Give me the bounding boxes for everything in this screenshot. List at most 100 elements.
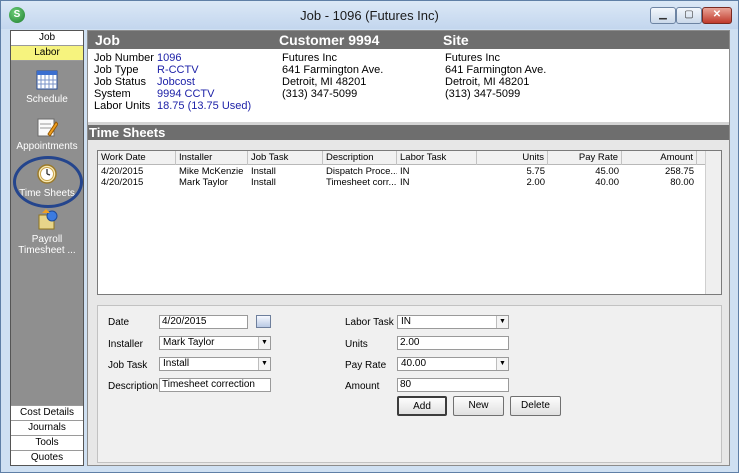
sidebar-tab-job[interactable]: Job [11, 31, 83, 46]
job-type-value: R-CCTV [157, 64, 199, 76]
units-label: Units [345, 339, 368, 350]
cell-work-date: 4/20/2015 [101, 166, 144, 177]
sidebar-tab-cost-details[interactable]: Cost Details [11, 405, 83, 420]
maximize-button[interactable]: ▢ [676, 7, 702, 24]
site-address: 641 Farmington Ave. [445, 64, 547, 76]
time-sheet-edit-form: Date 4/20/2015 Installer Mark Taylor ▼ J… [97, 305, 722, 463]
window-title: Job - 1096 (Futures Inc) [300, 8, 439, 23]
date-input[interactable]: 4/20/2015 [159, 315, 248, 329]
job-task-value: Install [163, 358, 190, 369]
installer-select[interactable]: Mark Taylor ▼ [159, 336, 271, 350]
cell-installer: Mike McKenzie [179, 166, 244, 177]
delete-button[interactable]: Delete [510, 396, 561, 416]
description-label: Description [108, 381, 159, 392]
site-header: Site [443, 32, 469, 48]
new-button[interactable]: New [453, 396, 504, 416]
grid-scrollbar[interactable] [705, 151, 721, 294]
grid-header: Work Date Installer Job Task Description… [98, 151, 721, 165]
pay-rate-select[interactable]: 40.00 ▼ [397, 357, 509, 371]
cell-labor-task: IN [400, 177, 410, 188]
add-button[interactable]: Add [397, 396, 447, 416]
pay-rate-value: 40.00 [401, 358, 427, 369]
title-bar: S Job - 1096 (Futures Inc) ▁ ▢ ✕ [1, 1, 738, 29]
time-sheets-header: Time Sheets [88, 122, 729, 140]
sidebar-item-payroll-timesheet[interactable]: Payroll Timesheet ... [11, 209, 83, 256]
cell-work-date: 4/20/2015 [101, 177, 144, 188]
chevron-down-icon[interactable]: ▼ [258, 337, 270, 349]
cell-amount: 258.75 [664, 166, 694, 177]
col-job-task[interactable]: Job Task [248, 151, 323, 165]
cell-description: Timesheet corr... [326, 177, 397, 188]
payroll-icon [38, 209, 58, 230]
customer-phone: (313) 347-5099 [282, 88, 358, 100]
system-value: 9994 CCTV [157, 88, 215, 100]
labor-units-value: 18.75 (13.75 Used) [157, 100, 252, 112]
job-status-value: Jobcost [157, 76, 195, 88]
chevron-down-icon[interactable]: ▼ [496, 316, 508, 328]
sidebar-item-schedule[interactable]: Schedule [11, 69, 83, 105]
sidebar-tab-tools[interactable]: Tools [11, 435, 83, 450]
labor-task-select[interactable]: IN ▼ [397, 315, 509, 329]
amount-input[interactable]: 80 [397, 378, 509, 392]
time-sheets-area: Work Date Installer Job Task Description… [88, 140, 729, 465]
col-pay-rate[interactable]: Pay Rate [548, 151, 622, 165]
col-units[interactable]: Units [477, 151, 548, 165]
cell-job-task: Install [251, 177, 276, 188]
main-panel: Job Customer 9994 Site Job Number 1096 Jo… [87, 30, 730, 466]
amount-label: Amount [345, 381, 380, 392]
site-info: Futures Inc 641 Farmington Ave. Detroit,… [445, 52, 546, 100]
installer-label: Installer [108, 339, 144, 350]
labor-task-label: Labor Task [345, 317, 394, 328]
sidebar-item-appointments[interactable]: Appointments [11, 116, 83, 152]
cell-job-task: Install [251, 166, 276, 177]
cell-units: 2.00 [526, 177, 546, 188]
minimize-button[interactable]: ▁ [650, 7, 676, 24]
time-sheets-highlight [13, 156, 83, 208]
job-info: Job Number 1096 Job Type R-CCTV Job Status… [94, 52, 251, 112]
col-description[interactable]: Description [323, 151, 397, 165]
job-status-label: Job Status [94, 76, 146, 88]
sidebar-tab-quotes[interactable]: Quotes [11, 450, 83, 465]
col-installer[interactable]: Installer [176, 151, 248, 165]
col-labor-task[interactable]: Labor Task [397, 151, 477, 165]
units-input[interactable]: 2.00 [397, 336, 509, 350]
sidebar-tab-labor[interactable]: Labor [11, 46, 83, 61]
cell-pay-rate: 40.00 [595, 177, 619, 188]
labor-units-label: Labor Units [94, 100, 151, 112]
time-sheets-grid[interactable]: Work Date Installer Job Task Description… [97, 150, 722, 295]
time-sheets-title: Time Sheets [89, 125, 166, 140]
customer-header: Customer 9994 [279, 32, 380, 48]
info-header-bar: Job Customer 9994 Site [88, 31, 729, 49]
job-header: Job [95, 32, 120, 48]
pay-rate-label: Pay Rate [345, 360, 387, 371]
job-task-label: Job Task [108, 360, 148, 371]
col-amount[interactable]: Amount [622, 151, 697, 165]
calendar-picker-icon[interactable] [256, 315, 271, 328]
chevron-down-icon[interactable]: ▼ [258, 358, 270, 370]
table-row[interactable]: 4/20/2015 Mark Taylor Install Timesheet … [98, 177, 698, 188]
cell-amount: 80.00 [670, 177, 694, 188]
sidebar-tab-journals[interactable]: Journals [11, 420, 83, 435]
date-label: Date [108, 317, 130, 328]
job-number-label: Job Number [94, 52, 154, 64]
chevron-down-icon[interactable]: ▼ [496, 358, 508, 370]
labor-task-value: IN [401, 316, 411, 327]
sidebar-item-label: Payroll Timesheet ... [18, 234, 76, 256]
close-button[interactable]: ✕ [702, 7, 732, 24]
sidebar-item-label: Schedule [26, 94, 68, 105]
table-row[interactable]: 4/20/2015 Mike McKenzie Install Dispatch… [98, 166, 698, 177]
description-input[interactable]: Timesheet correction [159, 378, 271, 392]
job-task-select[interactable]: Install ▼ [159, 357, 271, 371]
cell-units: 5.75 [526, 166, 546, 177]
site-city: Detroit, MI 48201 [445, 76, 530, 88]
calendar-icon [36, 70, 58, 90]
sidebar-item-label: Appointments [16, 141, 78, 152]
job-number-value: 1096 [157, 52, 182, 64]
job-window: S Job - 1096 (Futures Inc) ▁ ▢ ✕ Job Lab… [0, 0, 739, 473]
customer-info: Futures Inc 641 Farmington Ave. Detroit,… [282, 52, 383, 100]
site-phone: (313) 347-5099 [445, 88, 521, 100]
cell-labor-task: IN [400, 166, 410, 177]
col-work-date[interactable]: Work Date [98, 151, 176, 165]
cell-installer: Mark Taylor [179, 177, 228, 188]
cell-pay-rate: 45.00 [595, 166, 619, 177]
